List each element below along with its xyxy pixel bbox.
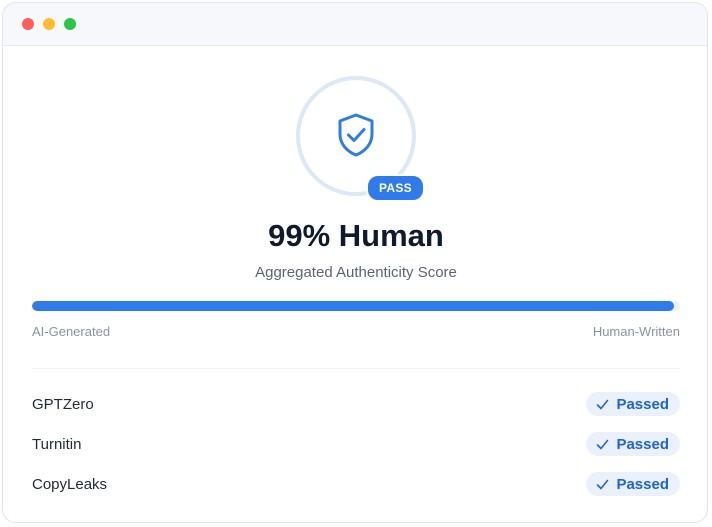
score-progress-fill [32,301,674,311]
title-bar [3,3,707,46]
divider [32,368,680,369]
app-window: PASS 99% Human Aggregated Authenticity S… [2,2,708,523]
status-text: Passed [616,435,669,453]
minimize-window-button[interactable] [43,18,55,30]
check-icon [597,439,609,449]
close-window-button[interactable] [22,18,34,30]
detector-row-gptzero: GPTZero Passed [32,384,680,424]
check-icon [597,479,609,489]
score-progress-bar [32,301,680,311]
status-badge: Passed [586,392,680,416]
score-subtitle: Aggregated Authenticity Score [255,264,457,281]
human-written-label: Human-Written [592,324,680,339]
status-badge: Passed [586,432,680,456]
ai-generated-label: AI-Generated [32,324,111,339]
status-badge: Passed [586,472,680,496]
status-text: Passed [616,475,669,493]
pass-badge: PASS [366,174,425,202]
result-badge: PASS [296,76,425,202]
detector-list: GPTZero Passed Turnitin Passed CopyLeaks… [32,384,680,504]
score-heading: 99% Human [268,218,444,253]
detector-name: GPTZero [32,395,94,413]
status-text: Passed [616,395,669,413]
detector-row-copyleaks: CopyLeaks Passed [32,464,680,504]
result-panel: PASS 99% Human Aggregated Authenticity S… [3,46,707,522]
detector-name: CopyLeaks [32,475,108,493]
detector-name: Turnitin [32,435,82,453]
detector-row-turnitin: Turnitin Passed [32,424,680,464]
check-icon [597,399,609,409]
shield-check-icon [338,113,374,157]
maximize-window-button[interactable] [64,18,76,30]
